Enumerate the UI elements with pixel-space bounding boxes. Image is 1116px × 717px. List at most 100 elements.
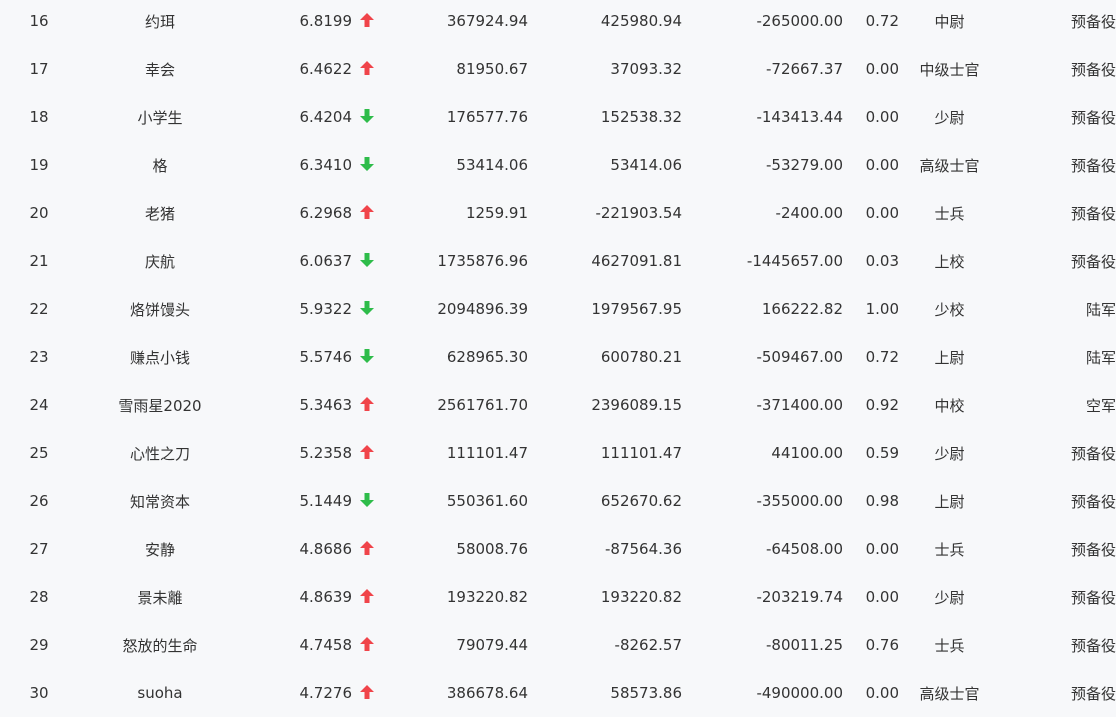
ratio-cell: 0.98	[865, 492, 899, 510]
table-row[interactable]: 18 小学生 6.4204 176577.76 152538.32 -14341…	[0, 93, 1116, 141]
trend-cell	[352, 381, 382, 429]
branch-cell: 预备役	[1070, 60, 1116, 79]
value-2-cell: 2396089.15	[591, 396, 682, 414]
military-rank-cell: 少校	[934, 300, 965, 319]
table-row[interactable]: 24 雪雨星2020 5.3463 2561761.70 2396089.15 …	[0, 381, 1116, 429]
ratio-cell: 0.03	[865, 252, 899, 270]
arrow-down-icon	[360, 349, 374, 363]
rank-cell: 17	[29, 60, 49, 78]
arrow-up-icon	[360, 61, 374, 75]
value-1-cell: 193220.82	[446, 588, 528, 606]
player-name-cell: 景未離	[137, 588, 183, 607]
value-2-cell: 652670.62	[600, 492, 682, 510]
rank-cell: 16	[29, 12, 49, 30]
table-row[interactable]: 16 约珥 6.8199 367924.94 425980.94 -265000…	[0, 0, 1116, 45]
military-rank-cell: 上尉	[934, 492, 965, 511]
trend-cell	[352, 525, 382, 573]
rank-cell: 20	[29, 204, 49, 222]
rank-cell: 30	[29, 684, 49, 702]
table-row[interactable]: 27 安静 4.8686 58008.76 -87564.36 -64508.0…	[0, 525, 1116, 573]
player-name-cell: 心性之刀	[129, 444, 190, 463]
rank-cell: 18	[29, 108, 49, 126]
value-1-cell: 550361.60	[446, 492, 528, 510]
arrow-down-icon	[360, 109, 374, 123]
ratio-cell: 1.00	[865, 300, 899, 318]
score-cell: 5.5746	[299, 348, 353, 366]
military-rank-cell: 上校	[934, 252, 965, 271]
value-1-cell: 367924.94	[446, 12, 528, 30]
value-1-cell: 176577.76	[446, 108, 528, 126]
table-row[interactable]: 21 庆航 6.0637 1735876.96 4627091.81 -1445…	[0, 237, 1116, 285]
rank-cell: 23	[29, 348, 49, 366]
ratio-cell: 0.00	[865, 204, 899, 222]
player-name-cell: suoha	[137, 684, 183, 702]
value-2-cell: -87564.36	[605, 540, 682, 558]
player-name-cell: 知常资本	[129, 492, 190, 511]
table-row[interactable]: 23 赚点小钱 5.5746 628965.30 600780.21 -5094…	[0, 333, 1116, 381]
value-3-cell: 44100.00	[771, 444, 843, 462]
military-rank-cell: 高级士官	[919, 156, 980, 175]
ratio-cell: 0.00	[865, 684, 899, 702]
rank-cell: 22	[29, 300, 49, 318]
military-rank-cell: 中级士官	[919, 60, 980, 79]
value-2-cell: 4627091.81	[591, 252, 682, 270]
table-row[interactable]: 30 suoha 4.7276 386678.64 58573.86 -4900…	[0, 669, 1116, 717]
score-cell: 6.4622	[299, 60, 353, 78]
arrow-up-icon	[360, 397, 374, 411]
player-name-cell: 老猪	[144, 204, 175, 223]
trend-cell	[352, 573, 382, 621]
player-name-cell: 小学生	[137, 108, 183, 127]
rank-cell: 19	[29, 156, 49, 174]
table-row[interactable]: 19 格 6.3410 53414.06 53414.06 -53279.00 …	[0, 141, 1116, 189]
arrow-down-icon	[360, 493, 374, 507]
score-cell: 6.8199	[299, 12, 353, 30]
rank-cell: 24	[29, 396, 49, 414]
military-rank-cell: 中尉	[934, 12, 965, 31]
branch-cell: 预备役	[1070, 492, 1116, 511]
value-3-cell: -371400.00	[756, 396, 843, 414]
trend-cell	[352, 189, 382, 237]
table-row[interactable]: 25 心性之刀 5.2358 111101.47 111101.47 44100…	[0, 429, 1116, 477]
arrow-up-icon	[360, 13, 374, 27]
score-cell: 4.8686	[299, 540, 353, 558]
rank-cell: 25	[29, 444, 49, 462]
value-3-cell: -490000.00	[756, 684, 843, 702]
ranking-table: 16 约珥 6.8199 367924.94 425980.94 -265000…	[0, 0, 1116, 717]
military-rank-cell: 士兵	[934, 636, 965, 655]
table-row[interactable]: 26 知常资本 5.1449 550361.60 652670.62 -3550…	[0, 477, 1116, 525]
table-row[interactable]: 17 幸会 6.4622 81950.67 37093.32 -72667.37…	[0, 45, 1116, 93]
value-1-cell: 2094896.39	[437, 300, 528, 318]
branch-cell: 预备役	[1070, 108, 1116, 127]
value-1-cell: 53414.06	[456, 156, 528, 174]
table-row[interactable]: 20 老猪 6.2968 1259.91 -221903.54 -2400.00…	[0, 189, 1116, 237]
rank-cell: 21	[29, 252, 49, 270]
table-row[interactable]: 29 怒放的生命 4.7458 79079.44 -8262.57 -80011…	[0, 621, 1116, 669]
score-cell: 4.7458	[299, 636, 353, 654]
value-2-cell: 193220.82	[600, 588, 682, 606]
value-1-cell: 386678.64	[446, 684, 528, 702]
military-rank-cell: 少尉	[934, 588, 965, 607]
score-cell: 6.2968	[299, 204, 353, 222]
ratio-cell: 0.92	[865, 396, 899, 414]
player-name-cell: 怒放的生命	[122, 636, 198, 655]
table-row[interactable]: 22 烙饼馒头 5.9322 2094896.39 1979567.95 166…	[0, 285, 1116, 333]
player-name-cell: 庆航	[144, 252, 175, 271]
score-cell: 5.3463	[299, 396, 353, 414]
player-name-cell: 安静	[144, 540, 175, 559]
table-row[interactable]: 28 景未離 4.8639 193220.82 193220.82 -20321…	[0, 573, 1116, 621]
value-2-cell: -8262.57	[614, 636, 682, 654]
arrow-down-icon	[360, 157, 374, 171]
player-name-cell: 约珥	[144, 12, 175, 31]
rank-cell: 27	[29, 540, 49, 558]
value-2-cell: -221903.54	[595, 204, 682, 222]
value-3-cell: -265000.00	[756, 12, 843, 30]
score-cell: 6.0637	[299, 252, 353, 270]
ratio-cell: 0.00	[865, 588, 899, 606]
ratio-cell: 0.00	[865, 540, 899, 558]
ratio-cell: 0.59	[865, 444, 899, 462]
trend-cell	[352, 333, 382, 381]
value-3-cell: -2400.00	[775, 204, 843, 222]
rank-cell: 29	[29, 636, 49, 654]
value-1-cell: 79079.44	[456, 636, 528, 654]
score-cell: 5.2358	[299, 444, 353, 462]
